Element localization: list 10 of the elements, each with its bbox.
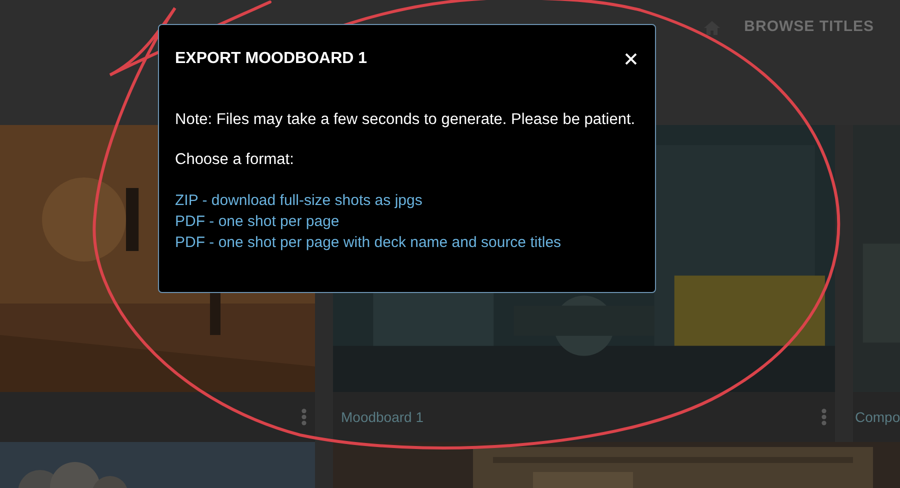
format-prompt: Choose a format: [175,151,295,169]
more-icon[interactable] [821,408,827,426]
format-link[interactable]: ZIP - download full-size shots as jpgs [175,190,422,211]
close-icon[interactable] [625,53,637,65]
format-link[interactable]: PDF - one shot per page [175,211,340,232]
dialog-title: EXPORT MOODBOARD 1 [175,50,368,68]
home-icon[interactable] [704,21,720,35]
more-icon[interactable] [301,408,307,426]
format-link[interactable]: PDF - one shot per page with deck name and source titles [175,232,562,253]
note-text: Note: Files may take a few seconds to generate. Please be patient. [175,111,636,129]
